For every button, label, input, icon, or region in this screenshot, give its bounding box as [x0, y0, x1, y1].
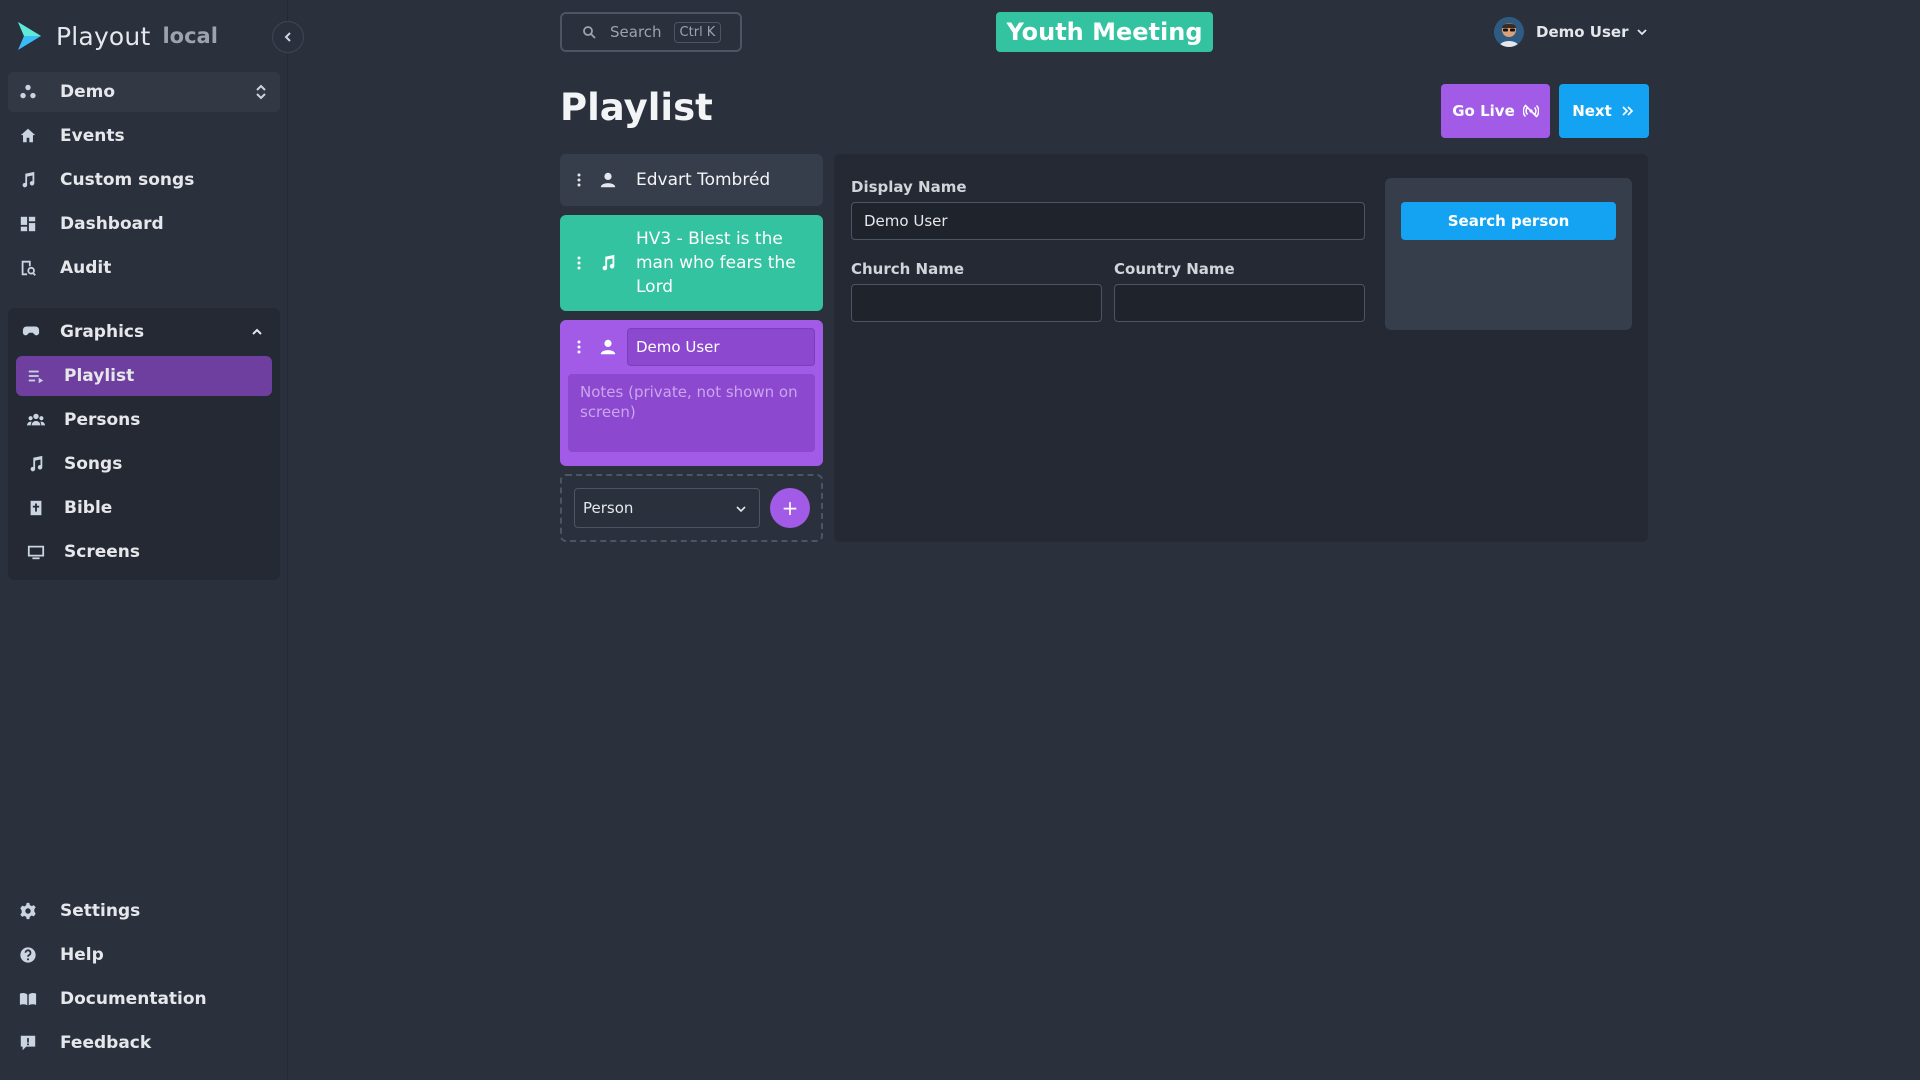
avatar: [1494, 17, 1524, 47]
search-placeholder: Search: [610, 23, 662, 41]
music-note-icon: [26, 454, 46, 474]
sidebar-item-label: Screens: [64, 542, 140, 562]
audit-icon: [18, 258, 38, 278]
playlist-icon: [26, 366, 46, 386]
playlist-item-label: HV3 - Blest is the man who fears the Lor…: [636, 229, 796, 297]
help-icon: [18, 945, 38, 965]
brand[interactable]: Playout local: [14, 18, 218, 54]
next-label: Next: [1572, 102, 1612, 120]
nav-label: Documentation: [60, 989, 207, 1009]
nav-help[interactable]: Help: [8, 935, 280, 975]
sidebar-item-playlist[interactable]: Playlist: [16, 356, 272, 396]
chevron-down-icon: [736, 506, 746, 513]
app-name: Playout: [56, 21, 151, 51]
nav-feedback[interactable]: Feedback: [8, 1023, 280, 1063]
search-person-panel: Search person: [1385, 178, 1632, 330]
dashboard-icon: [18, 214, 38, 234]
item-type-value: Person: [583, 499, 634, 517]
display-name-label: Display Name: [851, 178, 967, 196]
drag-handle-icon[interactable]: [572, 256, 586, 270]
sidebar-item-screens[interactable]: Screens: [16, 532, 272, 572]
feedback-icon: [18, 1033, 38, 1053]
search-shortcut: Ctrl K: [673, 21, 722, 43]
person-icon: [598, 170, 618, 190]
playlist-item-person[interactable]: Edvart Tombréd: [560, 154, 823, 206]
gamepad-icon: [22, 322, 42, 342]
app-env: local: [162, 24, 218, 48]
sidebar-item-songs[interactable]: Songs: [16, 444, 272, 484]
display-name-field[interactable]: Demo User: [851, 202, 1365, 240]
graphics-toggle[interactable]: Graphics: [8, 308, 280, 356]
sidebar-item-label: Persons: [64, 410, 141, 430]
nav-label: Events: [60, 126, 125, 146]
church-name-field[interactable]: [851, 284, 1102, 322]
graphics-section: Graphics Playlist Persons Songs Bible Sc…: [8, 308, 280, 580]
gear-icon: [18, 901, 38, 921]
playout-logo-icon: [18, 22, 41, 50]
chevron-down-icon: [1637, 29, 1648, 36]
drag-handle-icon[interactable]: [572, 340, 586, 354]
chevron-up-icon: [252, 328, 262, 335]
sidebar-item-persons[interactable]: Persons: [16, 400, 272, 440]
project-icon: [18, 82, 38, 102]
project-name: Demo: [60, 82, 116, 102]
nav-documentation[interactable]: Documentation: [8, 979, 280, 1019]
nav-settings[interactable]: Settings: [8, 891, 280, 931]
current-event-badge[interactable]: Youth Meeting: [996, 12, 1213, 52]
book-icon: [18, 989, 38, 1009]
nav-custom-songs[interactable]: Custom songs: [8, 160, 280, 200]
search-icon: [583, 26, 596, 39]
music-note-icon: [598, 253, 618, 273]
sidebar: Playout local Demo Events Custom songs D…: [0, 0, 288, 1080]
playlist-item-label: Edvart Tombréd: [636, 170, 771, 190]
collapse-sidebar-button[interactable]: [272, 21, 304, 53]
nav-label: Feedback: [60, 1033, 152, 1053]
home-icon: [18, 126, 38, 146]
music-note-icon: [18, 170, 38, 190]
sidebar-item-label: Playlist: [64, 366, 135, 386]
chevron-left-icon: [284, 32, 291, 42]
add-item-button[interactable]: +: [770, 488, 810, 528]
nav-dashboard[interactable]: Dashboard: [8, 204, 280, 244]
nav-label: Settings: [60, 901, 141, 921]
bible-icon: [26, 498, 46, 518]
nav-label: Custom songs: [60, 170, 195, 190]
country-name-field[interactable]: [1114, 284, 1365, 322]
nav-label: Audit: [60, 258, 112, 278]
go-live-label: Go Live: [1452, 102, 1515, 120]
search-button[interactable]: Search Ctrl K: [560, 12, 742, 52]
add-item-panel: Person +: [560, 474, 823, 542]
nav-audit[interactable]: Audit: [8, 248, 280, 288]
nav-label: Help: [60, 945, 104, 965]
playlist-item-song[interactable]: HV3 - Blest is the man who fears the Lor…: [560, 215, 823, 311]
church-name-label: Church Name: [851, 260, 965, 278]
project-selector[interactable]: Demo: [8, 72, 280, 112]
double-chevron-right-icon: [1622, 106, 1633, 116]
country-name-label: Country Name: [1114, 260, 1235, 278]
user-menu[interactable]: Demo User: [1494, 17, 1648, 47]
item-type-select[interactable]: Person: [574, 488, 760, 528]
drag-handle-icon[interactable]: [572, 173, 586, 187]
sidebar-item-label: Bible: [64, 498, 113, 518]
broadcast-off-icon: [1522, 104, 1539, 118]
go-live-button[interactable]: Go Live: [1441, 84, 1550, 138]
nav-label: Dashboard: [60, 214, 164, 234]
sidebar-item-bible[interactable]: Bible: [16, 488, 272, 528]
playlist-item-person-active[interactable]: Demo User Notes (private, not shown on s…: [560, 320, 823, 466]
next-button[interactable]: Next: [1559, 84, 1649, 138]
nav-events[interactable]: Events: [8, 116, 280, 156]
playlist-item-name-input[interactable]: Demo User: [627, 328, 815, 366]
search-person-button[interactable]: Search person: [1401, 202, 1616, 240]
sidebar-item-label: Songs: [64, 454, 123, 474]
page-title: Playlist: [560, 86, 713, 129]
item-editor-panel: Display Name Demo User Church Name Count…: [834, 154, 1648, 542]
monitor-icon: [26, 542, 46, 562]
notes-textarea[interactable]: Notes (private, not shown on screen): [568, 374, 815, 452]
user-name: Demo User: [1536, 23, 1629, 41]
graphics-label: Graphics: [60, 322, 145, 342]
people-icon: [26, 410, 46, 430]
up-down-icon: [256, 84, 266, 100]
person-icon: [598, 337, 618, 357]
